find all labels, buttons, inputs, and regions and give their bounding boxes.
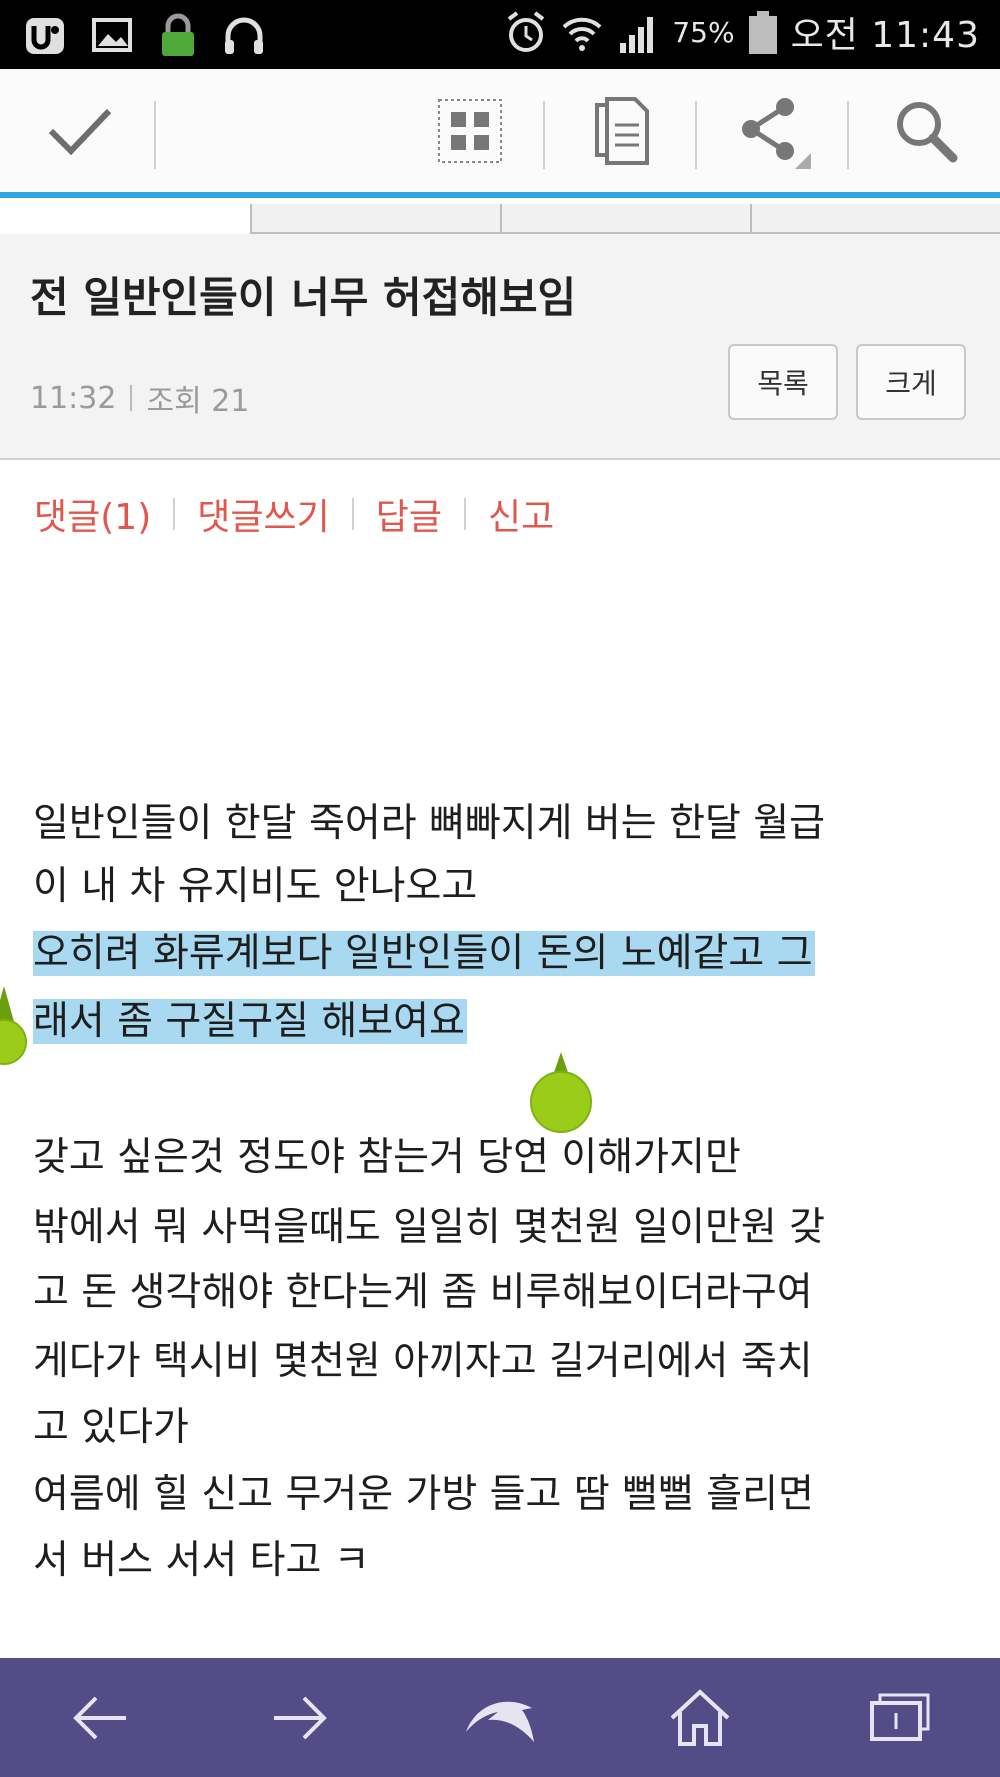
forward-button[interactable] xyxy=(240,1658,360,1777)
tabs-icon xyxy=(870,1693,930,1741)
article-line: 서 버스 서서 타고 ㅋ xyxy=(33,1538,370,1583)
dolphin-icon xyxy=(466,1701,534,1742)
article-line: 이 내 차 유지비도 안나오고 xyxy=(33,864,478,909)
selection-end-handle[interactable] xyxy=(530,1052,592,1140)
home-button[interactable] xyxy=(640,1658,760,1777)
tabs-button[interactable] xyxy=(840,1658,960,1777)
article-line: 갖고 싶은것 정도야 참는거 당연 이해가지만 xyxy=(33,1135,741,1180)
selected-text-line[interactable]: 래서 좀 구질구질 해보여요 xyxy=(33,999,467,1044)
bottom-navigation xyxy=(0,1658,1000,1777)
article-line: 여름에 힐 신고 무거운 가방 들고 땀 뻘뻘 흘리면 xyxy=(33,1472,814,1517)
article-line: 게다가 택시비 몇천원 아끼자고 길거리에서 죽치 xyxy=(33,1339,813,1384)
home-icon xyxy=(670,1688,730,1746)
dolphin-menu-button[interactable] xyxy=(440,1658,560,1777)
article-line: 고 돈 생각해야 한다는게 좀 비루해보이더라구여 xyxy=(33,1270,813,1315)
article-line: 고 있다가 xyxy=(33,1405,189,1450)
forward-arrow-icon xyxy=(274,1696,327,1739)
article-line: 밖에서 뭐 사먹을때도 일일히 몇천원 일이만원 갖 xyxy=(33,1205,825,1250)
article-body[interactable]: 일반인들이 한달 죽어라 뼈빠지게 버는 한달 월급 이 내 차 유지비도 안나… xyxy=(33,0,973,1650)
selection-start-handle[interactable] xyxy=(0,986,38,1074)
article-line: 일반인들이 한달 죽어라 뼈빠지게 버는 한달 월급 xyxy=(33,801,825,846)
back-button[interactable] xyxy=(40,1658,160,1777)
back-arrow-icon xyxy=(73,1696,126,1739)
selected-text-line[interactable]: 오히려 화류계보다 일반인들이 돈의 노예같고 그 xyxy=(33,931,815,976)
